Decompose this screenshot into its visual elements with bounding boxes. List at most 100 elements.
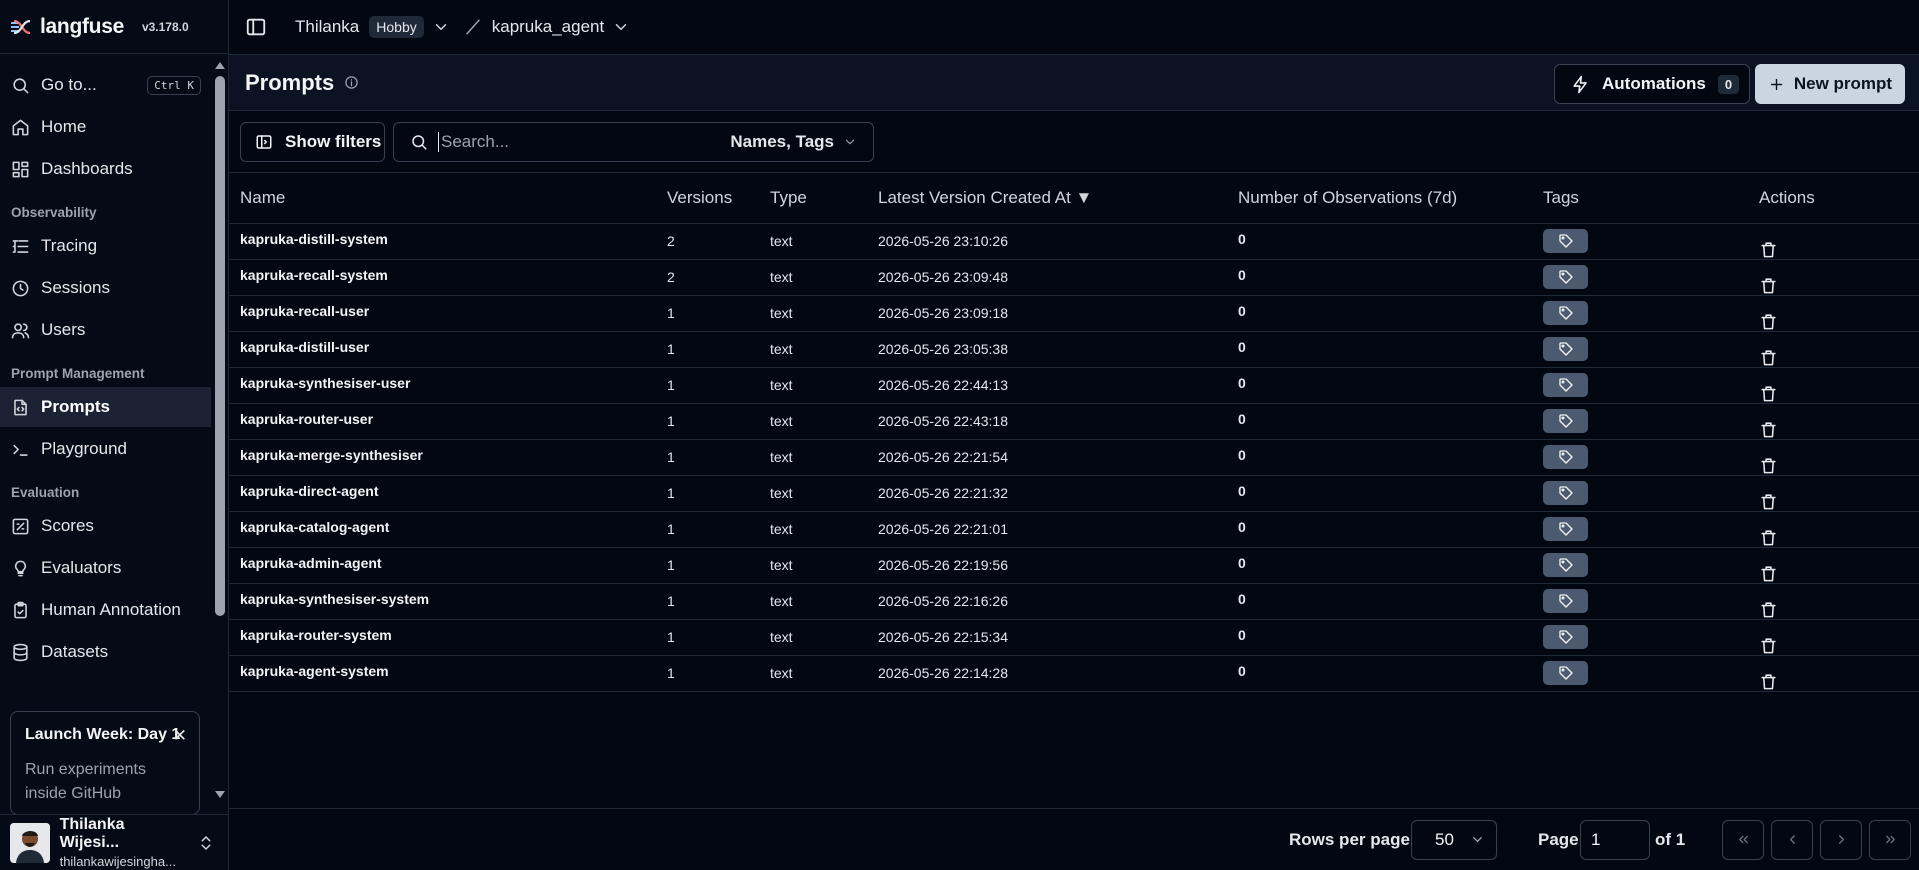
chevrons-left-icon [1736, 832, 1751, 847]
table-row[interactable]: kapruka-distill-system 2 text 2026-05-26… [229, 223, 1919, 260]
goto-button[interactable]: Go to... Ctrl K [0, 65, 211, 105]
table-row[interactable]: kapruka-admin-agent 1 text 2026-05-26 22… [229, 547, 1919, 584]
sidebar-item-datasets[interactable]: Datasets [0, 632, 211, 672]
chevron-left-icon [1785, 832, 1800, 847]
table-row[interactable]: kapruka-router-system 1 text 2026-05-26 … [229, 619, 1919, 656]
trash-icon[interactable] [1759, 348, 1919, 367]
launch-week-card[interactable]: Launch Week: Day 1 ✕ Run experiments ins… [10, 711, 200, 815]
first-page-button[interactable] [1722, 819, 1764, 860]
trash-icon[interactable] [1759, 636, 1919, 655]
sidebar-item-prompts[interactable]: Prompts [0, 387, 211, 427]
next-page-button[interactable] [1820, 819, 1862, 860]
section-label-prompt-management: Prompt Management [11, 366, 145, 381]
search-input[interactable] [438, 131, 718, 152]
close-icon[interactable]: ✕ [173, 726, 187, 746]
sidebar-item-human-annotation[interactable]: Human Annotation [0, 590, 211, 630]
sidebar-item-home[interactable]: Home [0, 107, 211, 147]
prompt-name[interactable]: kapruka-recall-user [229, 295, 667, 332]
tag-button[interactable] [1543, 445, 1588, 469]
column-header-type[interactable]: Type [770, 173, 878, 224]
trash-icon[interactable] [1759, 420, 1919, 439]
tag-button[interactable] [1543, 301, 1588, 325]
column-header-versions[interactable]: Versions [667, 173, 770, 224]
tag-button[interactable] [1543, 661, 1588, 685]
table-row[interactable]: kapruka-synthesiser-user 1 text 2026-05-… [229, 367, 1919, 404]
page-number-input[interactable]: 1 [1580, 819, 1650, 860]
trash-icon[interactable] [1759, 600, 1919, 619]
tag-button[interactable] [1543, 229, 1588, 253]
last-page-button[interactable] [1869, 819, 1911, 860]
prompt-name[interactable]: kapruka-distill-system [229, 223, 667, 260]
prompt-name[interactable]: kapruka-synthesiser-user [229, 367, 667, 404]
chevron-down-icon[interactable] [432, 18, 450, 36]
info-icon[interactable] [344, 75, 359, 90]
trash-icon[interactable] [1759, 312, 1919, 331]
breadcrumb-org[interactable]: Thilanka [295, 17, 359, 37]
table-row[interactable]: kapruka-synthesiser-system 1 text 2026-0… [229, 583, 1919, 620]
chevrons-up-down-icon[interactable] [197, 834, 215, 852]
tag-button[interactable] [1543, 373, 1588, 397]
tag-button[interactable] [1543, 337, 1588, 361]
table-row[interactable]: kapruka-agent-system 1 text 2026-05-26 2… [229, 655, 1919, 692]
prompt-name[interactable]: kapruka-direct-agent [229, 475, 667, 512]
trash-icon[interactable] [1759, 564, 1919, 583]
trash-icon[interactable] [1759, 492, 1919, 511]
tag-button[interactable] [1543, 625, 1588, 649]
prompt-name[interactable]: kapruka-recall-system [229, 259, 667, 296]
trash-icon[interactable] [1759, 672, 1919, 691]
automations-button[interactable]: Automations 0 [1554, 64, 1750, 104]
table-row[interactable]: kapruka-recall-user 1 text 2026-05-26 23… [229, 295, 1919, 332]
trash-icon[interactable] [1759, 456, 1919, 475]
sidebar-toggle-icon[interactable] [245, 16, 267, 38]
tag-button[interactable] [1543, 265, 1588, 289]
prompt-name[interactable]: kapruka-synthesiser-system [229, 583, 667, 620]
scroll-down-icon[interactable] [215, 791, 225, 798]
sidebar-item-dashboards[interactable]: Dashboards [0, 149, 211, 189]
tag-button[interactable] [1543, 553, 1588, 577]
prompt-type: text [770, 547, 878, 584]
trash-icon[interactable] [1759, 384, 1919, 403]
trash-icon[interactable] [1759, 276, 1919, 295]
scrollbar-thumb[interactable] [215, 76, 225, 616]
prompt-name[interactable]: kapruka-agent-system [229, 655, 667, 692]
prompt-name[interactable]: kapruka-distill-user [229, 331, 667, 368]
prompt-actions-cell [1759, 403, 1919, 440]
prompt-name[interactable]: kapruka-router-user [229, 403, 667, 440]
sidebar-item-tracing[interactable]: Tracing [0, 226, 211, 266]
sidebar-item-playground[interactable]: Playground [0, 429, 211, 469]
trash-icon[interactable] [1759, 528, 1919, 547]
rows-per-page-select[interactable]: 50 [1411, 819, 1497, 860]
table-row[interactable]: kapruka-merge-synthesiser 1 text 2026-05… [229, 439, 1919, 476]
prev-page-button[interactable] [1771, 819, 1813, 860]
search-scope-select[interactable]: Names, Tags [730, 132, 857, 152]
table-row[interactable]: kapruka-router-user 1 text 2026-05-26 22… [229, 403, 1919, 440]
prompt-name[interactable]: kapruka-router-system [229, 619, 667, 656]
prompt-name[interactable]: kapruka-catalog-agent [229, 511, 667, 548]
sidebar-item-users[interactable]: Users [0, 310, 211, 350]
tag-button[interactable] [1543, 517, 1588, 541]
sidebar-item-scores[interactable]: Scores [0, 506, 211, 546]
scroll-up-icon[interactable] [215, 62, 225, 69]
brand-name[interactable]: langfuse [40, 15, 124, 39]
show-filters-button[interactable]: Show filters [240, 121, 385, 162]
new-prompt-button[interactable]: New prompt [1755, 64, 1905, 104]
chevron-down-icon[interactable] [612, 18, 630, 36]
table-row[interactable]: kapruka-recall-system 2 text 2026-05-26 … [229, 259, 1919, 296]
table-row[interactable]: kapruka-direct-agent 1 text 2026-05-26 2… [229, 475, 1919, 512]
user-menu[interactable]: Thilanka Wijesi... thilankawijesingha... [0, 814, 229, 870]
column-header-created[interactable]: Latest Version Created At ▼ [878, 173, 1238, 224]
sidebar-item-evaluators[interactable]: Evaluators [0, 548, 211, 588]
column-header-name[interactable]: Name [229, 173, 667, 224]
prompt-name[interactable]: kapruka-merge-synthesiser [229, 439, 667, 476]
tag-button[interactable] [1543, 589, 1588, 613]
column-header-observations[interactable]: Number of Observations (7d) [1238, 173, 1543, 224]
sidebar-item-sessions[interactable]: Sessions [0, 268, 211, 308]
table-row[interactable]: kapruka-distill-user 1 text 2026-05-26 2… [229, 331, 1919, 368]
prompt-name[interactable]: kapruka-admin-agent [229, 547, 667, 584]
trash-icon[interactable] [1759, 240, 1919, 259]
tag-button[interactable] [1543, 481, 1588, 505]
breadcrumb-project[interactable]: kapruka_agent [492, 17, 604, 37]
sidebar-scrollbar[interactable] [211, 56, 229, 804]
tag-button[interactable] [1543, 409, 1588, 433]
table-row[interactable]: kapruka-catalog-agent 1 text 2026-05-26 … [229, 511, 1919, 548]
